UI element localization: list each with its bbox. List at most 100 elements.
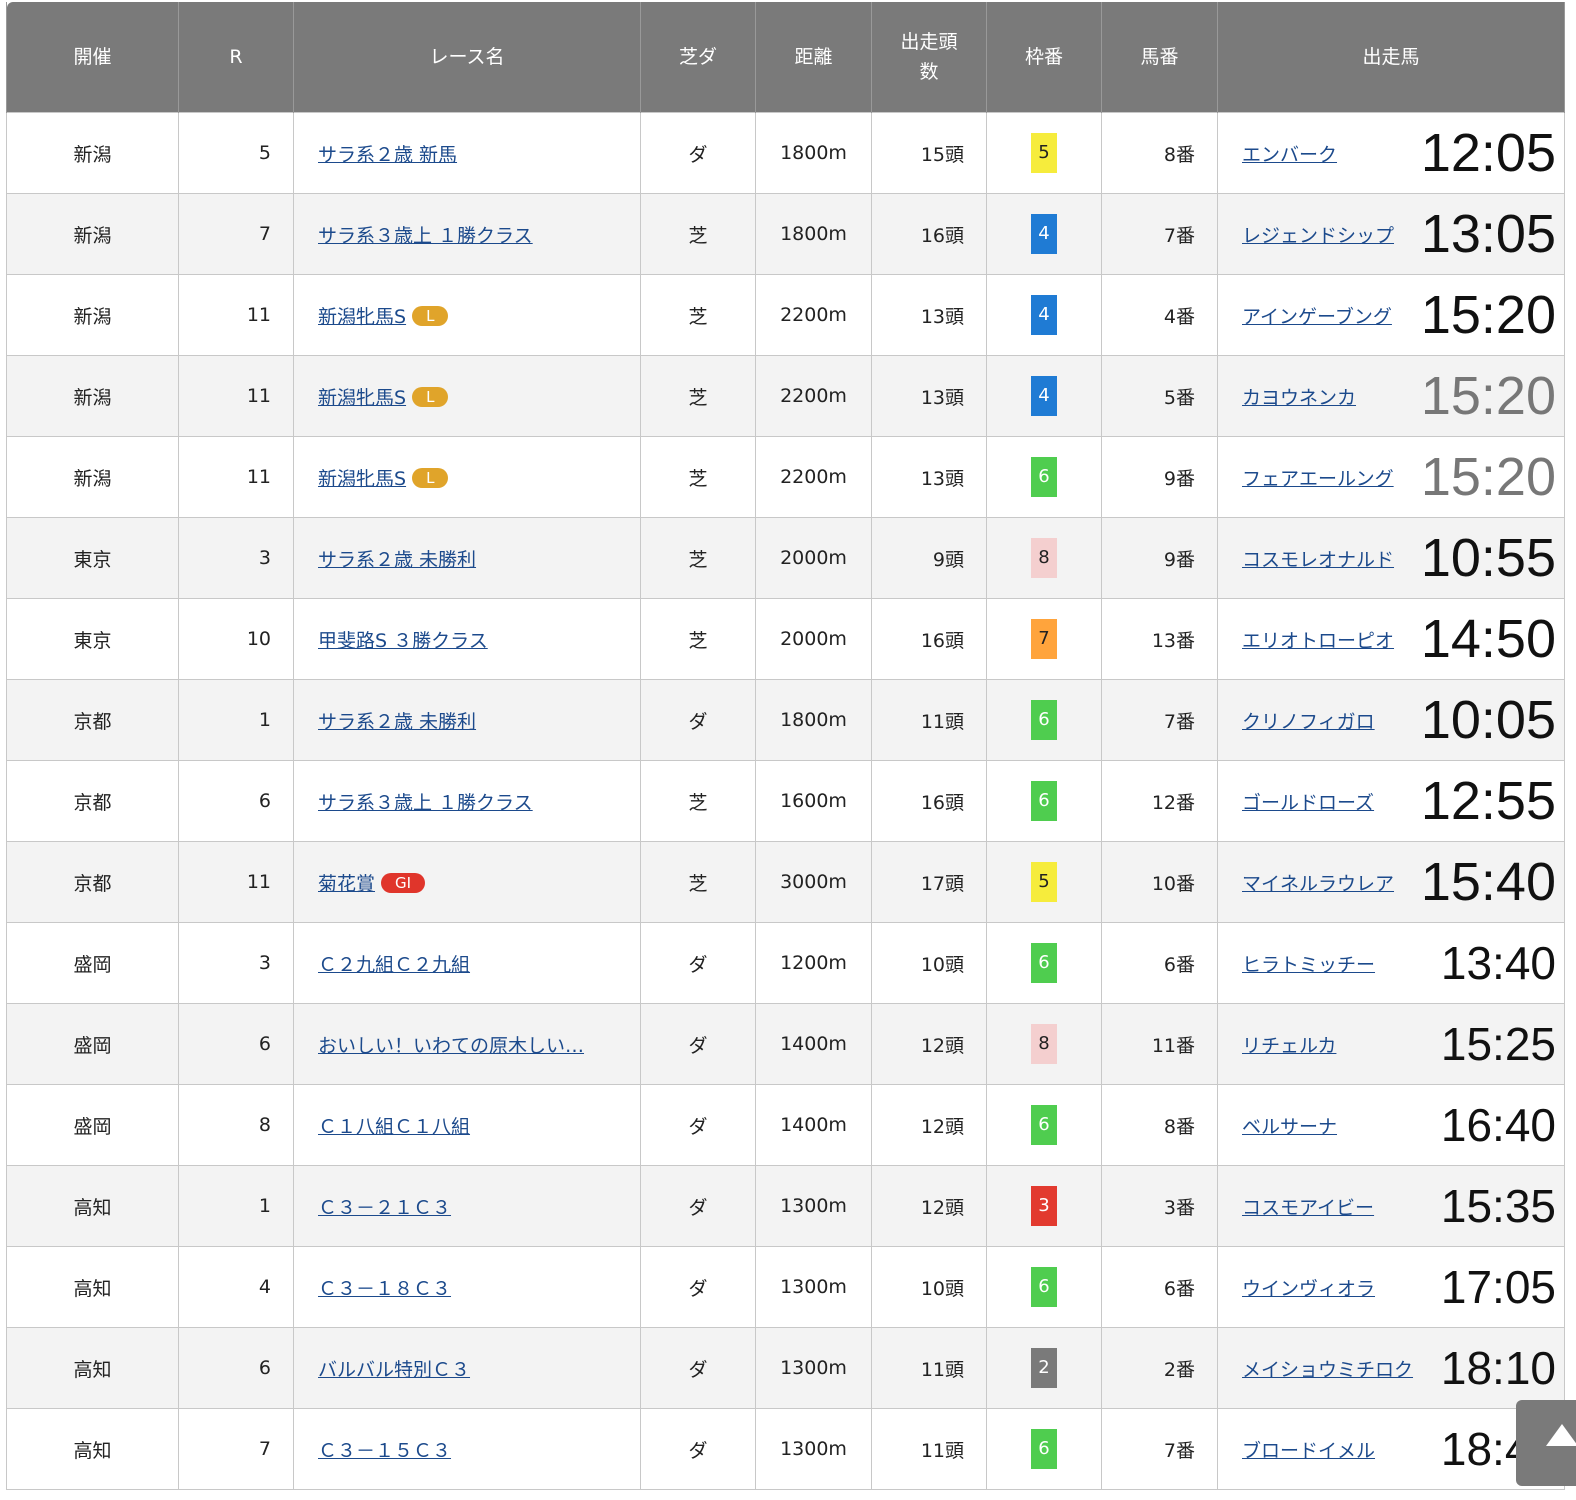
post-time: 15:40 [1420, 852, 1556, 912]
race-link[interactable]: サラ系２歳 新馬 [318, 144, 457, 166]
venue: 東京 [6, 598, 179, 680]
horse-cell: カヨウネンカ 15:20 [1217, 355, 1565, 437]
header-venue: 開催 [6, 2, 179, 113]
surface: 芝 [640, 436, 756, 518]
race-link[interactable]: サラ系３歳上 １勝クラス [318, 225, 533, 247]
race-name-cell: サラ系３歳上 １勝クラス [293, 760, 641, 842]
distance: 1300m [755, 1408, 872, 1490]
horse-link[interactable]: メイショウミチロク [1242, 1359, 1413, 1381]
table-row: 盛岡 3 Ｃ２九組Ｃ２九組 ダ 1200m 10頭 6 6番 ヒラトミッチー 13… [6, 922, 1565, 1004]
race-number: 7 [178, 1408, 294, 1490]
scroll-to-top-button[interactable] [1516, 1400, 1576, 1486]
race-link[interactable]: サラ系２歳 未勝利 [318, 711, 476, 733]
umaban: 8番 [1101, 1084, 1218, 1166]
horse-link[interactable]: フェアエールング [1242, 468, 1394, 490]
waku-badge: 8 [1031, 1024, 1057, 1064]
race-link[interactable]: Ｃ３－１８Ｃ３ [318, 1278, 451, 1300]
header-race-number: R [178, 2, 294, 113]
surface: ダ [640, 112, 756, 194]
table-row: 盛岡 8 Ｃ１八組Ｃ１八組 ダ 1400m 12頭 6 8番 ベルサーナ 16:4… [6, 1084, 1565, 1166]
horse-link[interactable]: ゴールドローズ [1242, 792, 1374, 814]
race-link[interactable]: Ｃ３－２１Ｃ３ [318, 1197, 451, 1219]
umaban: 3番 [1101, 1165, 1218, 1247]
venue: 新潟 [6, 274, 179, 356]
race-link[interactable]: Ｃ１八組Ｃ１八組 [318, 1116, 470, 1138]
waku-cell: 7 [986, 598, 1102, 680]
race-table: 開催 R レース名 芝ダ 距離 出走頭数 枠番 馬番 出走馬 新潟 5 サラ系２… [6, 2, 1565, 1490]
umaban: 6番 [1101, 1246, 1218, 1328]
horse-link[interactable]: カヨウネンカ [1242, 387, 1356, 409]
horse-link[interactable]: クリノフィガロ [1242, 711, 1375, 733]
runners: 15頭 [871, 112, 987, 194]
horse-cell: アインゲーブング 15:20 [1217, 274, 1565, 356]
waku-badge: 8 [1031, 538, 1057, 578]
race-name-cell: おいしい！いわての原木しい… [293, 1003, 641, 1085]
surface: 芝 [640, 193, 756, 275]
horse-link[interactable]: マイネルラウレア [1242, 873, 1394, 895]
horse-cell: コスモアイビー 15:35 [1217, 1165, 1565, 1247]
horse-link[interactable]: ヒラトミッチー [1242, 954, 1375, 976]
race-number: 5 [178, 112, 294, 194]
horse-link[interactable]: リチェルカ [1242, 1035, 1336, 1057]
waku-badge: 3 [1031, 1186, 1057, 1226]
race-link[interactable]: Ｃ２九組Ｃ２九組 [318, 954, 470, 976]
horse-cell: レジェンドシップ 13:05 [1217, 193, 1565, 275]
umaban: 9番 [1101, 436, 1218, 518]
venue: 新潟 [6, 436, 179, 518]
race-name-cell: 新潟牝馬S L [293, 436, 641, 518]
race-link[interactable]: 甲斐路S ３勝クラス [318, 630, 488, 652]
waku-badge: 6 [1031, 1105, 1057, 1145]
surface: 芝 [640, 598, 756, 680]
race-link[interactable]: サラ系３歳上 １勝クラス [318, 792, 533, 814]
table-row: 高知 7 Ｃ３－１５Ｃ３ ダ 1300m 11頭 6 7番 ブロードイメル 18:… [6, 1408, 1565, 1490]
race-link[interactable]: Ｃ３－１５Ｃ３ [318, 1440, 451, 1462]
runners: 11頭 [871, 1408, 987, 1490]
horse-link[interactable]: アインゲーブング [1242, 306, 1392, 328]
runners: 10頭 [871, 1246, 987, 1328]
umaban: 4番 [1101, 274, 1218, 356]
runners: 10頭 [871, 922, 987, 1004]
race-name-cell: サラ系２歳 未勝利 [293, 517, 641, 599]
header-umaban: 馬番 [1101, 2, 1218, 113]
race-link[interactable]: 新潟牝馬S [318, 306, 406, 328]
umaban: 10番 [1101, 841, 1218, 923]
runners: 13頭 [871, 274, 987, 356]
race-link[interactable]: おいしい！いわての原木しい… [318, 1035, 584, 1057]
horse-link[interactable]: ベルサーナ [1242, 1116, 1337, 1138]
race-link[interactable]: サラ系２歳 未勝利 [318, 549, 476, 571]
surface: ダ [640, 1165, 756, 1247]
waku-badge: 4 [1031, 214, 1057, 254]
race-number: 6 [178, 760, 294, 842]
horse-link[interactable]: エンバーク [1242, 144, 1337, 166]
distance: 2200m [755, 274, 872, 356]
horse-link[interactable]: コスモアイビー [1242, 1197, 1374, 1219]
race-name-cell: 菊花賞 GI [293, 841, 641, 923]
waku-badge: 2 [1031, 1348, 1057, 1388]
umaban: 7番 [1101, 679, 1218, 761]
race-name-cell: 甲斐路S ３勝クラス [293, 598, 641, 680]
horse-cell: ヒラトミッチー 13:40 [1217, 922, 1565, 1004]
distance: 2200m [755, 355, 872, 437]
table-row: 東京 3 サラ系２歳 未勝利 芝 2000m 9頭 8 9番 コスモレオナルド 1… [6, 517, 1565, 599]
umaban: 11番 [1101, 1003, 1218, 1085]
race-number: 3 [178, 922, 294, 1004]
post-time: 16:40 [1440, 1099, 1556, 1151]
post-time: 18:10 [1440, 1342, 1556, 1394]
venue: 京都 [6, 841, 179, 923]
header-horse: 出走馬 [1217, 2, 1565, 113]
race-link[interactable]: バルバル特別Ｃ３ [318, 1359, 470, 1381]
distance: 1800m [755, 193, 872, 275]
race-link[interactable]: 新潟牝馬S [318, 387, 406, 409]
horse-cell: ベルサーナ 16:40 [1217, 1084, 1565, 1166]
horse-link[interactable]: コスモレオナルド [1242, 549, 1394, 571]
distance: 2200m [755, 436, 872, 518]
horse-link[interactable]: ウインヴィオラ [1242, 1278, 1375, 1300]
race-link[interactable]: 新潟牝馬S [318, 468, 406, 490]
horse-link[interactable]: レジェンドシップ [1242, 225, 1394, 247]
waku-cell: 5 [986, 112, 1102, 194]
horse-cell: マイネルラウレア 15:40 [1217, 841, 1565, 923]
race-link[interactable]: 菊花賞 [318, 873, 375, 895]
umaban: 5番 [1101, 355, 1218, 437]
horse-link[interactable]: ブロードイメル [1242, 1440, 1375, 1462]
horse-link[interactable]: エリオトローピオ [1242, 630, 1394, 652]
